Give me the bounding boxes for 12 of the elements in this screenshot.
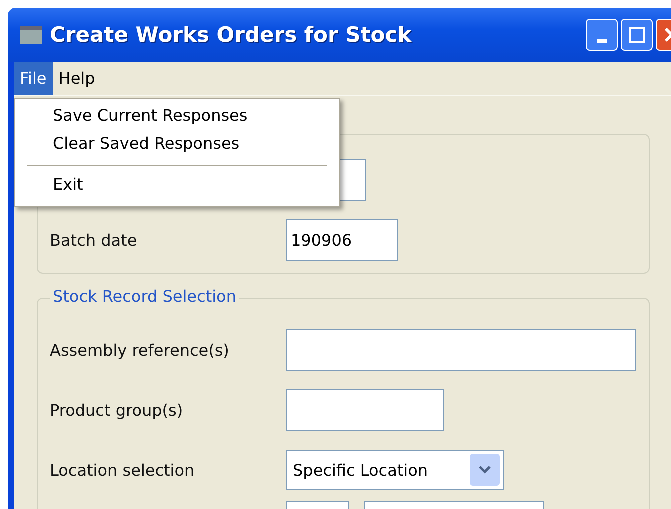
menu-item[interactable]: File — [14, 62, 53, 95]
menu-entry[interactable]: Exit — [17, 172, 337, 200]
field-label: Batch date — [50, 230, 138, 250]
field-label: Assembly reference(s) — [50, 340, 230, 360]
menu-item[interactable]: Help — [52, 62, 102, 95]
date-field[interactable]: 190906 — [286, 219, 398, 261]
field-label: Product group(s) — [50, 400, 184, 420]
field-label: Location selection — [50, 460, 196, 480]
dropdown[interactable]: Specific Location — [286, 450, 504, 490]
window-title: Create Works Orders for Stock — [50, 23, 413, 47]
menu-entry[interactable]: Save Current Responses — [17, 103, 337, 131]
menu-entry[interactable]: Clear Saved Responses — [17, 131, 337, 159]
